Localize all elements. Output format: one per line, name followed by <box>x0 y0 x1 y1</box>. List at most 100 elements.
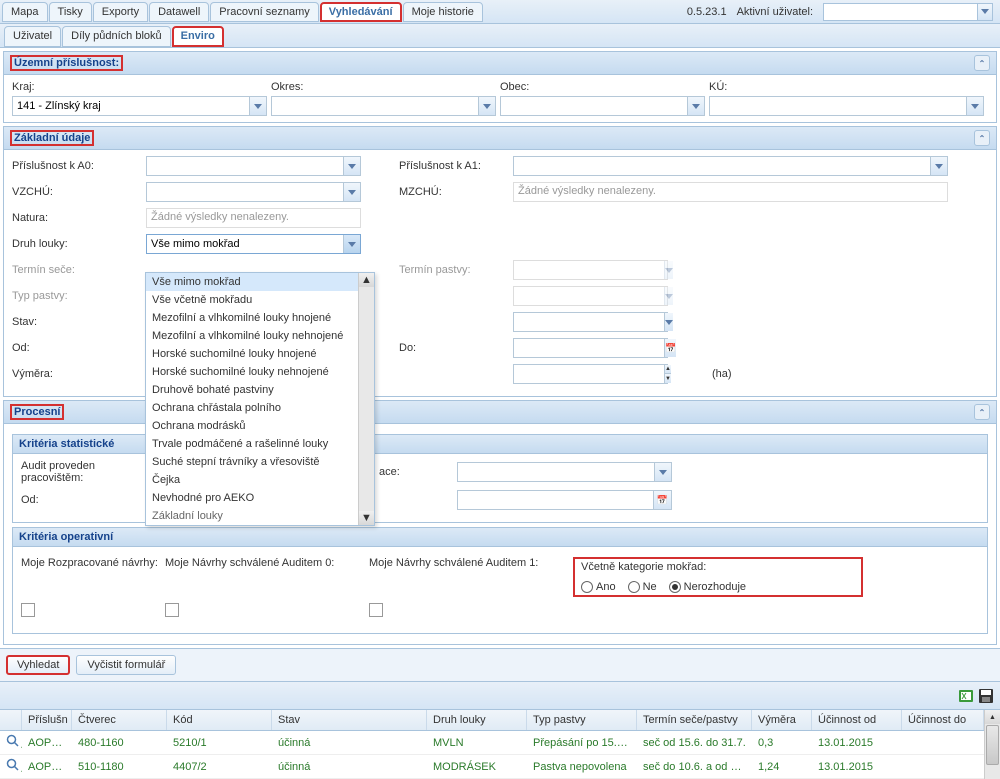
druh-louky-dropdown-list[interactable]: Vše mimo mokřad Vše včetně mokřadu Mezof… <box>145 272 375 526</box>
dd-option[interactable]: Nevhodné pro AEKO <box>146 489 374 507</box>
chevron-down-icon[interactable] <box>478 97 495 115</box>
calendar-icon[interactable] <box>664 339 676 357</box>
prisl-a1-input[interactable] <box>514 158 930 174</box>
col-vymera[interactable]: Výměra <box>752 710 812 730</box>
grid-scrollbar[interactable]: ▲ <box>984 710 1000 779</box>
do-input[interactable] <box>514 340 664 356</box>
dd-option[interactable]: Vše mimo mokřad <box>146 273 374 291</box>
export-excel-icon[interactable] <box>958 688 974 704</box>
radio-ano[interactable]: Ano <box>581 581 616 593</box>
tab-mapa[interactable]: Mapa <box>2 2 48 22</box>
scroll-down-icon[interactable]: ▼ <box>359 511 374 525</box>
moje-audit0-checkbox[interactable] <box>165 603 179 617</box>
scroll-thumb[interactable] <box>986 725 999 765</box>
calendar-icon[interactable] <box>653 491 671 509</box>
chevron-down-icon[interactable] <box>966 97 983 115</box>
collapse-process-icon[interactable]: ⌃ <box>974 404 990 420</box>
radio-nerozhoduje[interactable]: Nerozhoduje <box>669 581 746 593</box>
dd-option[interactable]: Mezofilní a vlhkomilné louky hnojené <box>146 309 374 327</box>
obec-input[interactable] <box>501 98 687 114</box>
magnifier-icon[interactable] <box>6 758 20 772</box>
col-ctverec[interactable]: Čtverec <box>72 710 167 730</box>
druh-louky-combo[interactable] <box>146 234 361 254</box>
col-ucinnost-od[interactable]: Účinnost od <box>812 710 902 730</box>
prisl-a0-combo[interactable] <box>146 156 361 176</box>
process-od-input[interactable] <box>458 492 653 508</box>
col-typ-pastvy[interactable]: Typ pastvy <box>527 710 637 730</box>
obec-combo[interactable] <box>500 96 705 116</box>
dd-option[interactable]: Ochrana chřástala polního <box>146 399 374 417</box>
chevron-down-icon[interactable] <box>930 157 947 175</box>
vymera-to-input[interactable] <box>514 366 664 382</box>
chevron-down-icon[interactable] <box>343 183 360 201</box>
chevron-down-icon[interactable] <box>343 235 360 253</box>
dd-option[interactable]: Vše včetně mokřadu <box>146 291 374 309</box>
dd-option[interactable]: Trvale podmáčené a rašelinné louky <box>146 435 374 453</box>
dd-option[interactable]: Horské suchomilné louky nehnojené <box>146 363 374 381</box>
dd-option[interactable]: Ochrana modrásků <box>146 417 374 435</box>
stav-combo[interactable] <box>513 312 668 332</box>
scroll-up-icon[interactable]: ▲ <box>985 710 1000 724</box>
prisl-a0-input[interactable] <box>147 158 343 174</box>
natura-field[interactable]: Žádné výsledky nenalezeny. <box>146 208 361 228</box>
dd-option[interactable]: Druhově bohaté pastviny <box>146 381 374 399</box>
vyhledat-button[interactable]: Vyhledat <box>6 655 70 675</box>
vzchu-input[interactable] <box>147 184 343 200</box>
subtab-dily-pudnich-bloku[interactable]: Díly půdních bloků <box>62 26 171 47</box>
prisl-a1-combo[interactable] <box>513 156 948 176</box>
mzchu-field[interactable]: Žádné výsledky nenalezeny. <box>513 182 948 202</box>
collapse-basic-icon[interactable]: ⌃ <box>974 130 990 146</box>
process-od-date[interactable] <box>457 490 672 510</box>
dd-option[interactable]: Mezofilní a vlhkomilné louky nehnojené <box>146 327 374 345</box>
chevron-down-icon[interactable] <box>654 463 671 481</box>
kraj-combo[interactable] <box>12 96 267 116</box>
subtab-uzivatel[interactable]: Uživatel <box>4 26 61 47</box>
radio-ne[interactable]: Ne <box>628 581 657 593</box>
dd-option[interactable]: Horské suchomilné louky hnojené <box>146 345 374 363</box>
tab-pracovni-seznamy[interactable]: Pracovní seznamy <box>210 2 318 22</box>
moje-rozprac-checkbox[interactable] <box>21 603 35 617</box>
scroll-up-icon[interactable]: ▲ <box>359 273 374 287</box>
chevron-down-icon[interactable] <box>343 157 360 175</box>
do-date[interactable] <box>513 338 668 358</box>
moje-audit1-checkbox[interactable] <box>369 603 383 617</box>
table-row[interactable]: AOP… 510-1180 4407/2 účinná MODRÁSEK Pas… <box>0 755 984 779</box>
tab-vyhledavani[interactable]: Vyhledávání <box>320 2 402 22</box>
chevron-down-icon[interactable] <box>249 97 266 115</box>
spinner-icon[interactable]: ▲▼ <box>664 365 671 383</box>
ace-input[interactable] <box>458 464 654 480</box>
collapse-territory-icon[interactable]: ⌃ <box>974 55 990 71</box>
dd-option[interactable]: Čejka <box>146 471 374 489</box>
tab-datawell[interactable]: Datawell <box>149 2 209 22</box>
active-user-dropdown[interactable] <box>823 3 993 21</box>
chevron-down-icon[interactable] <box>687 97 704 115</box>
dropdown-scrollbar[interactable]: ▲ ▼ <box>358 273 374 525</box>
dd-option[interactable]: Základní louky <box>146 507 374 525</box>
table-row[interactable]: AOP… 480-1160 5210/1 účinná MVLN Přepásá… <box>0 731 984 755</box>
save-icon[interactable] <box>978 688 994 704</box>
druh-louky-input[interactable] <box>147 236 343 252</box>
col-druh-louky[interactable]: Druh louky <box>427 710 527 730</box>
tab-exporty[interactable]: Exporty <box>93 2 148 22</box>
col-ucinnost-do[interactable]: Účinnost do <box>902 710 984 730</box>
subtab-enviro[interactable]: Enviro <box>172 26 224 47</box>
chevron-down-icon[interactable] <box>664 313 673 331</box>
ace-combo[interactable] <box>457 462 672 482</box>
col-prislusn[interactable]: Příslušn <box>22 710 72 730</box>
chevron-down-icon[interactable] <box>977 4 992 20</box>
col-kod[interactable]: Kód <box>167 710 272 730</box>
kraj-input[interactable] <box>13 98 249 114</box>
stav-input[interactable] <box>514 314 664 330</box>
okres-combo[interactable] <box>271 96 496 116</box>
vymera-to-spinner[interactable]: ▲▼ <box>513 364 668 384</box>
ku-combo[interactable] <box>709 96 984 116</box>
vzchu-combo[interactable] <box>146 182 361 202</box>
dd-option[interactable]: Suché stepní trávníky a vřesoviště <box>146 453 374 471</box>
vycistit-button[interactable]: Vyčistit formulář <box>76 655 176 675</box>
col-stav[interactable]: Stav <box>272 710 427 730</box>
okres-input[interactable] <box>272 98 478 114</box>
tab-moje-historie[interactable]: Moje historie <box>403 2 483 22</box>
col-termin[interactable]: Termín seče/pastvy <box>637 710 752 730</box>
ku-input[interactable] <box>710 98 966 114</box>
tab-tisky[interactable]: Tisky <box>49 2 92 22</box>
